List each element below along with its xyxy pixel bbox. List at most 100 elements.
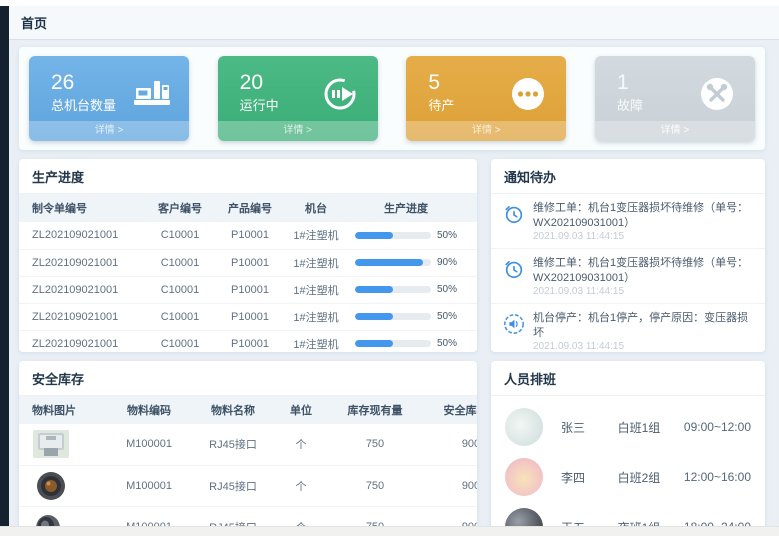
date-cell: 2021-09-10 [465,303,477,330]
running-cycle-icon [322,76,360,110]
column-header: 产品编号 [215,194,285,222]
progress-percent: 50% [437,338,457,349]
progress-cell: 50% [347,222,465,249]
safety-inventory-panel: 安全库存 物料图片 物料编码 物料名称 单位 库存现有量 安全库存量 [19,361,477,536]
progress-percent: 90% [437,257,457,268]
table-header-row: 制令单编号 客户编号 产品编号 机台 生产进度 交货日期 [19,194,477,222]
ellipsis-icon [510,76,548,110]
material-code-cell: M100001 [107,465,191,506]
stock-cell: 750 [327,424,423,465]
column-header: 制令单编号 [19,194,145,222]
table-row: M100001 RJ45接口 个 750 900 [19,465,477,506]
panel-title: 安全库存 [19,361,477,396]
shift-time: 12:00~16:00 [684,470,751,484]
panel-title: 人员排班 [491,361,765,396]
order-no-cell: ZL202109021001 [19,276,145,303]
order-no-cell: ZL202109021001 [19,330,145,352]
shift-label: 白班1组 [618,419,684,436]
table-row: ZL202109021001 C10001 P10001 1#注塑机 50% 2… [19,330,477,352]
progress-percent: 50% [437,311,457,322]
progress-cell: 50% [347,276,465,303]
page-title-tab[interactable]: 首页 [21,13,47,32]
detail-link[interactable]: 详情 > [29,121,189,141]
notification-text: 机台停产：机台1停产，停产原因：变压器损坏 [533,311,753,340]
table-row: ZL202109021001 C10001 P10001 1#注塑机 50% 2… [19,303,477,330]
stat-label: 故障 [617,95,643,114]
column-header: 物料名称 [191,396,275,424]
machine-icon [133,76,171,110]
customer-cell: C10001 [145,249,215,276]
order-no-cell: ZL202109021001 [19,249,145,276]
notification-item[interactable]: 机台停产：机台1停产，停产原因：变压器损坏 2021.09.03 11:44:1… [491,304,765,352]
machine-cell: 1#注塑机 [285,222,347,249]
product-cell: P10001 [215,330,285,352]
notification-text: 维修工单：机台1变压器损坏待维修（单号：WX202109031001） [533,256,753,285]
machine-cell: 1#注塑机 [285,330,347,352]
progress-bar [355,286,431,293]
progress-bar [355,340,431,347]
stat-card-fault[interactable]: 1 故障 [595,56,755,141]
notification-text: 维修工单：机台1变压器损坏待维修（单号：WX202109031001） [533,201,753,230]
column-header: 生产进度 [347,194,465,222]
material-name-cell: RJ45接口 [191,465,275,506]
panel-title: 通知待办 [491,159,765,194]
date-cell: 2021-09-10 [465,222,477,249]
notification-time: 2021.09.03 11:44:15 [533,286,753,297]
column-header: 安全库存量 [423,396,477,424]
stat-value: 5 [428,71,454,95]
avatar [505,458,543,496]
unit-cell: 个 [275,465,327,506]
material-image-cell [19,424,107,465]
table-row: ZL202109021001 C10001 P10001 1#注塑机 50% 2… [19,222,477,249]
detail-link[interactable]: 详情 > [218,121,378,141]
unit-cell: 个 [275,424,327,465]
notification-item[interactable]: 维修工单：机台1变压器损坏待维修（单号：WX202109031001） 2021… [491,249,765,304]
stat-label: 总机台数量 [51,95,116,114]
bottom-strip [0,526,779,536]
detail-link[interactable]: 详情 > [406,121,566,141]
rj45-connector-photo [32,428,70,460]
order-no-cell: ZL202109021001 [19,303,145,330]
repair-tools-icon [699,76,737,110]
detail-link[interactable]: 详情 > [595,121,755,141]
stat-value: 20 [240,71,279,95]
progress-percent: 50% [437,230,457,241]
column-header: 交货日期 [465,194,477,222]
schedule-row: 李四 白班2组 12:00~16:00 [491,452,765,502]
stat-cards-panel: 26 总机台数量 [19,47,765,150]
notifications-panel: 通知待办 维修工单：机台1变压器损坏待维修（单号：WX202109031001）… [491,159,765,352]
notification-item[interactable]: 维修工单：机台1变压器损坏待维修（单号：WX202109031001） 2021… [491,194,765,249]
main-content: 26 总机台数量 [9,41,779,526]
date-cell: 2021-09-10 [465,249,477,276]
speaker-icon [503,313,525,335]
stat-card-running[interactable]: 20 运行中 详情 > [218,56,378,141]
table-row: M100001 RJ45接口 个 750 900 [19,424,477,465]
progress-cell: 90% [347,249,465,276]
notification-time: 2021.09.03 11:44:15 [533,341,753,352]
person-name: 李四 [561,469,618,486]
progress-bar [355,232,431,239]
sidebar-edge [0,6,9,526]
product-cell: P10001 [215,222,285,249]
table-row: ZL202109021001 C10001 P10001 1#注塑机 50% 2… [19,276,477,303]
avatar [505,408,543,446]
column-header: 机台 [285,194,347,222]
shift-time: 09:00~12:00 [684,420,751,434]
customer-cell: C10001 [145,276,215,303]
column-header: 单位 [275,396,327,424]
machine-cell: 1#注塑机 [285,276,347,303]
table-header-row: 物料图片 物料编码 物料名称 单位 库存现有量 安全库存量 [19,396,477,424]
stat-card-total-machines[interactable]: 26 总机台数量 [29,56,189,141]
date-cell: 2021-09-10 [465,330,477,352]
column-header: 物料图片 [19,396,107,424]
personnel-schedule-panel: 人员排班 张三 白班1组 09:00~12:00 李四 白班2组 12:00~1… [491,361,765,536]
stock-cell: 750 [327,465,423,506]
stat-card-waiting[interactable]: 5 待产 详情 > [406,56,566,141]
schedule-row: 张三 白班1组 09:00~12:00 [491,402,765,452]
material-name-cell: RJ45接口 [191,424,275,465]
notification-time: 2021.09.03 11:44:15 [533,231,753,242]
progress-percent: 50% [437,284,457,295]
progress-bar [355,313,431,320]
column-header: 客户编号 [145,194,215,222]
panel-title: 生产进度 [19,159,477,194]
